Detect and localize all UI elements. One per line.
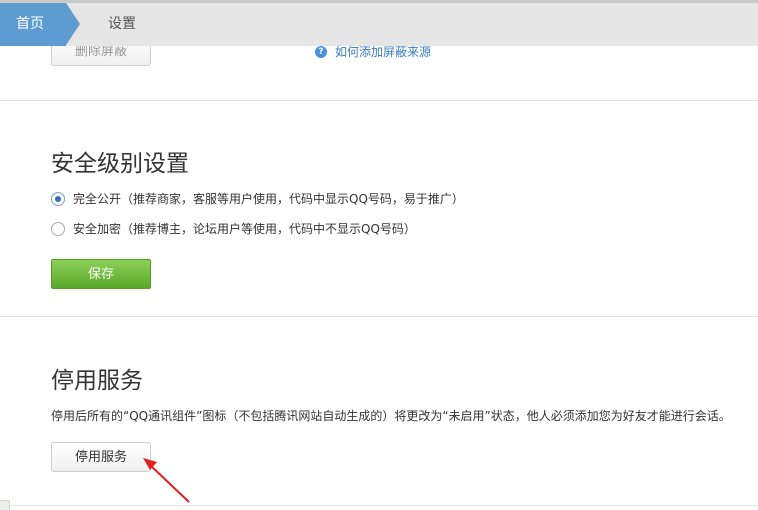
breadcrumb-home[interactable]: 首页 [0, 3, 66, 46]
scroll-corner [0, 500, 10, 510]
section-divider [0, 316, 758, 317]
disable-service-button[interactable]: 停用服务 [51, 442, 151, 472]
security-option-public-label: 完全公开（推荐商家，客服等用户使用，代码中显示QQ号码，易于推广） [73, 192, 464, 206]
security-section-title: 安全级别设置 [51, 151, 189, 177]
section-divider [0, 100, 758, 101]
question-icon: ? [315, 45, 327, 58]
bottom-divider [0, 505, 758, 506]
security-option-encrypted-label: 安全加密（推荐博主，论坛用户等使用，代码中不显示QQ号码） [73, 222, 416, 236]
breadcrumb-arrow [66, 3, 80, 45]
breadcrumb-current: 设置 [108, 16, 136, 32]
annotation-arrow-icon [143, 458, 190, 503]
security-option-public[interactable]: 完全公开（推荐商家，客服等用户使用，代码中显示QQ号码，易于推广） [51, 190, 464, 207]
save-button[interactable]: 保存 [51, 259, 151, 289]
settings-page: 删除屏蔽 ? 如何添加屏蔽来源 首页 设置 安全级别设置 完全公开（推荐商家，客… [0, 0, 758, 510]
breadcrumb: 首页 设置 [0, 0, 758, 46]
radio-encrypted[interactable] [51, 221, 65, 236]
radio-public[interactable] [51, 191, 65, 206]
disable-service-title: 停用服务 [51, 368, 143, 394]
security-option-encrypted[interactable]: 安全加密（推荐博主，论坛用户等使用，代码中不显示QQ号码） [51, 220, 416, 237]
disable-service-description: 停用后所有的“QQ通讯组件”图标（不包括腾讯网站自动生成的）将更改为“未启用”状… [51, 409, 731, 423]
